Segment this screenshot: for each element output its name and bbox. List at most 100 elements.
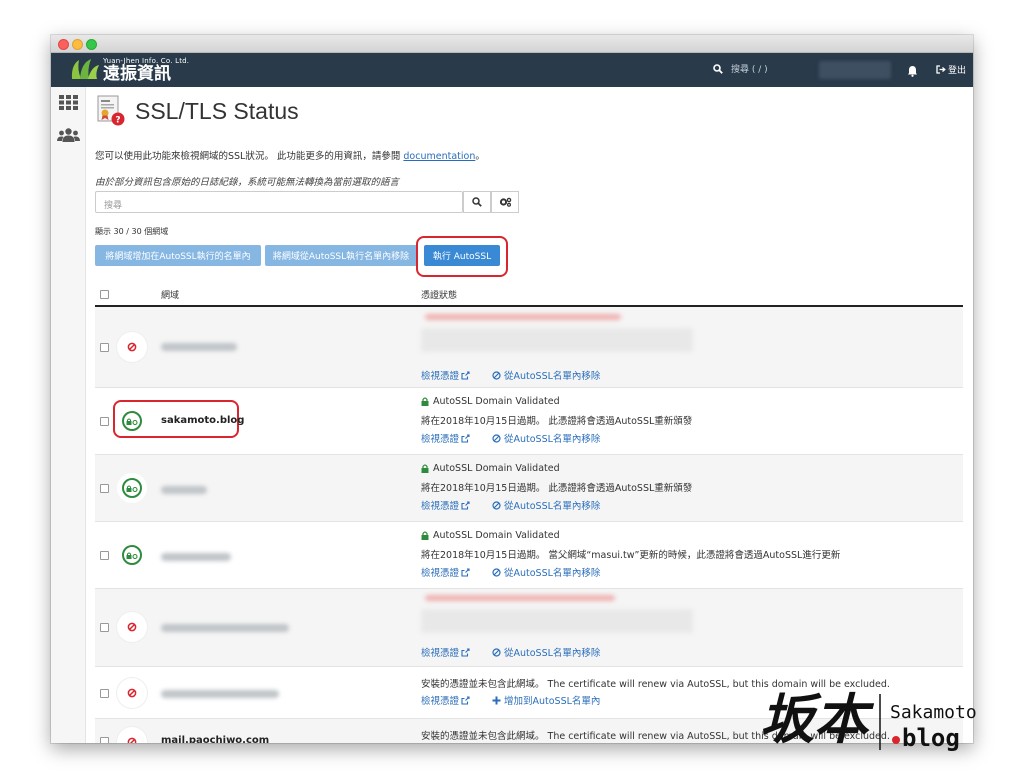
add-to-autossl-button[interactable]: 將網域增加在AutoSSL執行的名單內 — [95, 245, 261, 266]
user-menu[interactable] — [819, 61, 891, 79]
cert-status-label: AutoSSL Domain Validated — [433, 463, 560, 474]
users-group-icon[interactable] — [57, 127, 80, 146]
cert-detail: 將在2018年10月15日過期。 當父網域“masui.tw”更新的時候，此憑證… — [421, 550, 841, 561]
gears-icon — [499, 197, 511, 207]
remove-from-list-label: 從AutoSSL名單內移除 — [504, 648, 601, 659]
external-link-icon — [461, 647, 470, 657]
row-checkbox[interactable] — [100, 343, 109, 352]
page-header: ? SSL/TLS Status — [97, 95, 299, 127]
lock-icon — [421, 464, 429, 473]
logout-link[interactable]: 登出 — [936, 63, 966, 76]
remove-from-list-link[interactable]: 從AutoSSL名單內移除 — [490, 565, 600, 579]
add-to-list-label: 增加到AutoSSL名單內 — [504, 696, 601, 707]
table-row: 檢視憑證 從AutoSSL名單內移除 — [95, 307, 963, 388]
cert-status-label: AutoSSL Domain Validated — [433, 530, 560, 541]
view-cert-label: 檢視憑證 — [421, 501, 460, 512]
table-row: sakamoto.blog AutoSSL Domain Validated 將… — [95, 388, 963, 455]
cert-detail: 將在2018年10月15日過期。 此憑證將會透過AutoSSL重新頒發 — [421, 483, 693, 494]
ban-icon — [490, 433, 501, 443]
view-cert-link[interactable]: 檢視憑證 — [421, 498, 470, 512]
view-cert-label: 檢視憑證 — [421, 568, 460, 579]
remove-from-list-label: 從AutoSSL名單內移除 — [504, 568, 601, 579]
cert-detail: 將在2018年10月15日過期。 此憑證將會透過AutoSSL重新頒發 — [421, 416, 693, 427]
global-search[interactable]: 搜尋 ( / ) — [713, 62, 768, 75]
domain-count: 顯示 30 / 30 個網域 — [95, 227, 169, 236]
status-ok-icon — [117, 540, 147, 570]
browser-window: Yuan-Jhen Info. Co. Ltd. 遠振資訊 搜尋 ( / ) 登… — [51, 35, 973, 743]
left-sidebar — [51, 87, 86, 743]
ban-icon — [490, 370, 501, 380]
svg-text:?: ? — [115, 116, 120, 126]
cert-status: AutoSSL Domain Validated — [421, 530, 560, 541]
select-all-checkbox[interactable] — [100, 290, 109, 299]
row-checkbox[interactable] — [100, 484, 109, 493]
remove-from-list-link[interactable]: 從AutoSSL名單內移除 — [490, 431, 600, 445]
search-icon — [472, 197, 482, 207]
blurred-domain — [161, 553, 231, 561]
external-link-icon — [461, 695, 470, 705]
plus-icon — [490, 696, 501, 705]
remove-from-list-label: 從AutoSSL名單內移除 — [504, 434, 601, 445]
view-cert-link[interactable]: 檢視憑證 — [421, 693, 470, 707]
ssl-certificate-icon: ? — [97, 95, 125, 127]
svg-text:Sakamoto: Sakamoto — [890, 702, 977, 723]
lock-icon — [421, 397, 429, 406]
blurred-domain — [161, 690, 279, 698]
sakamoto-blog-watermark: 坂本 Sakamoto blog — [760, 680, 1010, 760]
cert-status-label: AutoSSL Domain Validated — [433, 396, 560, 407]
description-tail: 。 — [475, 151, 485, 162]
brand-name-zh: 遠振資訊 — [103, 63, 171, 84]
cert-status: AutoSSL Domain Validated — [421, 396, 560, 407]
remove-from-list-link[interactable]: 從AutoSSL名單內移除 — [490, 645, 600, 659]
highlight-run-autossl — [416, 236, 508, 277]
blurred-cert-details — [421, 593, 693, 645]
ban-icon — [490, 647, 501, 657]
notifications-bell-icon[interactable] — [907, 62, 918, 81]
svg-text:blog: blog — [902, 724, 960, 752]
search-button[interactable] — [463, 191, 491, 213]
domain-search-input[interactable]: 搜尋 — [95, 191, 463, 213]
row-checkbox[interactable] — [100, 737, 109, 743]
view-cert-link[interactable]: 檢視憑證 — [421, 431, 470, 445]
ban-icon — [490, 500, 501, 510]
external-link-icon — [461, 500, 470, 510]
remove-from-autossl-button[interactable]: 將網域從AutoSSL執行名單內移除 — [265, 245, 417, 266]
search-settings-button[interactable] — [491, 191, 519, 213]
domain-name: mail.paochiwo.com — [161, 735, 270, 743]
row-checkbox[interactable] — [100, 623, 109, 632]
zoom-window-button[interactable] — [86, 39, 97, 50]
language-note: 由於部分資訊包含原始的日誌紀錄，系統可能無法轉換為當前選取的語言 — [95, 177, 400, 188]
remove-from-list-link[interactable]: 從AutoSSL名單內移除 — [490, 498, 600, 512]
lock-icon — [421, 531, 429, 540]
ban-icon — [490, 567, 501, 577]
svg-text:坂本: 坂本 — [760, 687, 875, 751]
close-window-button[interactable] — [58, 39, 69, 50]
main-content: ? SSL/TLS Status 您可以使用此功能來檢視網域的SSL狀況。 此功… — [95, 87, 963, 743]
table-row: 檢視憑證 從AutoSSL名單內移除 — [95, 589, 963, 667]
status-error-icon — [117, 678, 147, 708]
logout-label: 登出 — [948, 66, 967, 76]
brand-logo[interactable]: Yuan-Jhen Info. Co. Ltd. 遠振資訊 — [69, 55, 189, 85]
page-title: SSL/TLS Status — [135, 97, 299, 124]
view-cert-link[interactable]: 檢視憑證 — [421, 368, 470, 382]
view-cert-label: 檢視憑證 — [421, 371, 460, 382]
documentation-link[interactable]: documentation — [403, 151, 475, 162]
external-link-icon — [461, 567, 470, 577]
table-row: AutoSSL Domain Validated 將在2018年10月15日過期… — [95, 522, 963, 589]
view-cert-link[interactable]: 檢視憑證 — [421, 645, 470, 659]
minimize-window-button[interactable] — [72, 39, 83, 50]
row-checkbox[interactable] — [100, 551, 109, 560]
row-checkbox[interactable] — [100, 689, 109, 698]
global-search-placeholder: 搜尋 ( / ) — [731, 65, 768, 75]
remove-from-list-label: 從AutoSSL名單內移除 — [504, 501, 601, 512]
status-ok-icon — [117, 473, 147, 503]
add-to-list-link[interactable]: 增加到AutoSSL名單內 — [490, 693, 600, 707]
external-link-icon — [461, 433, 470, 443]
page-description: 您可以使用此功能來檢視網域的SSL狀況。 此功能更多的用資訊，請參閱 docum… — [95, 148, 485, 162]
row-checkbox[interactable] — [100, 417, 109, 426]
blurred-domain — [161, 343, 237, 351]
remove-from-list-link[interactable]: 從AutoSSL名單內移除 — [490, 368, 600, 382]
view-cert-link[interactable]: 檢視憑證 — [421, 565, 470, 579]
view-cert-label: 檢視憑證 — [421, 696, 460, 707]
apps-grid-icon[interactable] — [59, 95, 78, 114]
